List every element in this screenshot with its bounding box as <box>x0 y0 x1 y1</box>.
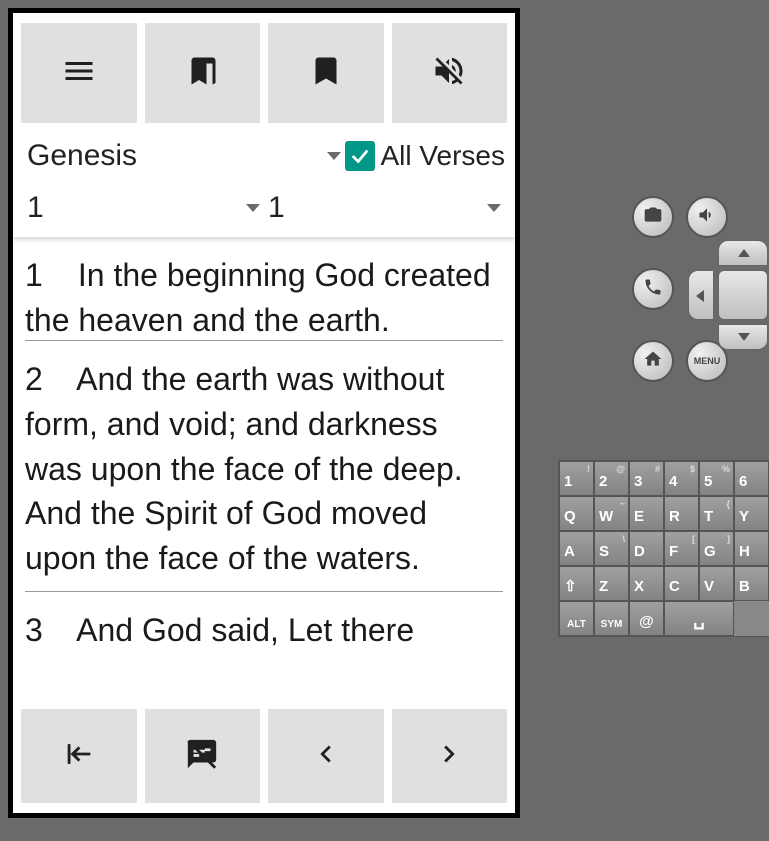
chapter-label: 1 <box>27 191 44 225</box>
library-button[interactable] <box>145 23 261 123</box>
key-a[interactable]: A <box>559 531 594 566</box>
chevron-left-icon <box>309 737 343 776</box>
key-w[interactable]: W~ <box>594 496 629 531</box>
notes-off-button[interactable] <box>145 709 261 803</box>
top-toolbar <box>13 13 515 129</box>
verses-list[interactable]: 1 In the beginning God created the heave… <box>13 237 515 703</box>
key-1[interactable]: 1! <box>559 461 594 496</box>
call-button[interactable] <box>632 268 674 310</box>
key-y[interactable]: Y <box>734 496 769 531</box>
speaker-notes-off-icon <box>185 737 219 776</box>
key-b[interactable]: B <box>734 566 769 601</box>
key-e[interactable]: E <box>629 496 664 531</box>
verse-text: In the beginning God created the heaven … <box>25 257 491 338</box>
all-verses-label: All Verses <box>381 140 506 172</box>
prev-button[interactable] <box>268 709 384 803</box>
key-␣[interactable]: ␣ <box>664 601 734 636</box>
bookmark-icon <box>308 53 344 94</box>
key-q[interactable]: Q <box>559 496 594 531</box>
verse-text: And God said, Let there <box>76 612 414 648</box>
key-s[interactable]: S\ <box>594 531 629 566</box>
chevron-right-icon <box>432 737 466 776</box>
verse-label: 1 <box>268 191 285 225</box>
verse-text: And the earth was without form, and void… <box>25 361 463 576</box>
key-alt[interactable]: ALT <box>559 601 594 636</box>
volume-up-button[interactable] <box>686 196 728 238</box>
bottom-toolbar <box>13 703 515 813</box>
book-selector-row: Genesis All Verses <box>13 129 515 185</box>
key-5[interactable]: 5% <box>699 461 734 496</box>
home-button[interactable] <box>632 340 674 382</box>
checkbox-icon <box>345 141 375 171</box>
next-button[interactable] <box>392 709 508 803</box>
key-g[interactable]: G] <box>699 531 734 566</box>
key-3[interactable]: 3# <box>629 461 664 496</box>
menu-label: MENU <box>694 356 721 366</box>
dpad-down[interactable] <box>718 324 768 350</box>
bookmarks-icon <box>184 53 220 94</box>
key-6[interactable]: 6 <box>734 461 769 496</box>
verse-number: 2 <box>25 357 69 402</box>
chapter-verse-row: 1 1 <box>13 185 515 237</box>
chevron-down-icon <box>487 204 501 212</box>
home-icon <box>643 349 663 374</box>
key-r[interactable]: R <box>664 496 699 531</box>
call-icon <box>643 277 663 302</box>
dpad-left[interactable] <box>688 270 714 320</box>
verse-row[interactable]: 2 And the earth was without form, and vo… <box>25 341 503 592</box>
emulator-keyboard: 1!2@3#4$5%6 QW~ERT{Y AS\DF[G]H ⇧ZXCVB ALTSYM… <box>558 460 769 637</box>
chevron-down-icon <box>246 204 260 212</box>
volume-off-icon <box>431 53 467 94</box>
key-4[interactable]: 4$ <box>664 461 699 496</box>
verse-number: 1 <box>25 253 69 298</box>
key-v[interactable]: V <box>699 566 734 601</box>
book-dropdown[interactable]: Genesis <box>23 133 345 179</box>
collapse-icon <box>62 737 96 776</box>
chapter-dropdown[interactable]: 1 <box>23 185 264 231</box>
key-d[interactable]: D <box>629 531 664 566</box>
verse-row[interactable]: 3 And God said, Let there <box>25 592 503 653</box>
key-t[interactable]: T{ <box>699 496 734 531</box>
key-z[interactable]: Z <box>594 566 629 601</box>
camera-icon <box>643 205 663 230</box>
key-x[interactable]: X <box>629 566 664 601</box>
verse-number: 3 <box>25 608 69 653</box>
menu-button[interactable] <box>21 23 137 123</box>
verse-row[interactable]: 1 In the beginning God created the heave… <box>25 237 503 341</box>
chevron-down-icon <box>327 152 341 160</box>
key-@[interactable]: @ <box>629 601 664 636</box>
collapse-button[interactable] <box>21 709 137 803</box>
key-f[interactable]: F[ <box>664 531 699 566</box>
book-label: Genesis <box>27 139 137 173</box>
key-h[interactable]: H <box>734 531 769 566</box>
volume-up-icon <box>697 205 717 230</box>
menu-icon <box>61 53 97 94</box>
dpad-center[interactable] <box>718 270 768 320</box>
verse-dropdown[interactable]: 1 <box>264 185 505 231</box>
app-window: Genesis All Verses 1 1 1 In the beginnin… <box>8 8 520 818</box>
key-2[interactable]: 2@ <box>594 461 629 496</box>
mute-button[interactable] <box>392 23 508 123</box>
dpad <box>688 240 769 350</box>
camera-button[interactable] <box>632 196 674 238</box>
key-⇧[interactable]: ⇧ <box>559 566 594 601</box>
dpad-up[interactable] <box>718 240 768 266</box>
key-sym[interactable]: SYM <box>594 601 629 636</box>
key-c[interactable]: C <box>664 566 699 601</box>
bookmark-button[interactable] <box>268 23 384 123</box>
all-verses-toggle[interactable]: All Verses <box>345 140 506 172</box>
